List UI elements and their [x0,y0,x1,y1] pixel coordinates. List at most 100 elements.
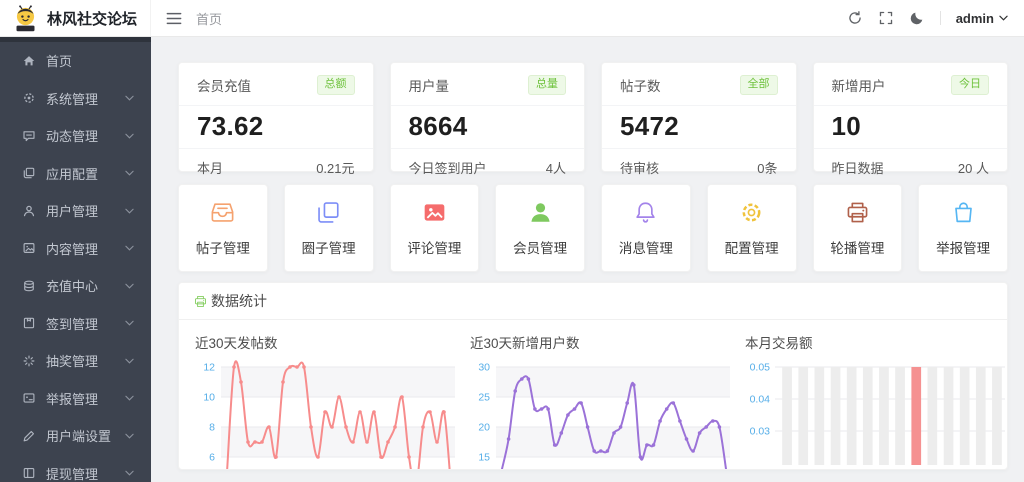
chevron-down-icon [125,433,134,439]
svg-text:25: 25 [478,392,490,404]
printer-icon [844,199,871,226]
username: admin [955,10,994,26]
home-icon [22,54,36,68]
stat-footer: 本月 0.21元 [179,149,373,188]
quick-action-label: 圈子管理 [301,241,356,256]
stat-footer: 待审核 0条 [602,149,796,188]
stat-footer-label: 本月 [197,161,224,176]
quick-action-card-7[interactable]: 轮播管理 [812,184,903,272]
sidebar-item-pen[interactable]: 用户端设置 [0,417,151,455]
sidebar-item-label: 抽奖管理 [46,354,99,370]
quick-action-card-1[interactable]: 帖子管理 [178,184,268,272]
chevron-down-icon [125,358,134,364]
quick-action-card-2[interactable]: 圈子管理 [283,184,374,272]
admin-dashboard: 林风社交论坛 首页 admin 首页 系统管理 动态管理 应用配置 用户管理 内… [0,0,1024,482]
quick-action-card-8[interactable]: 举报管理 [918,184,1008,272]
sidebar-item-label: 应用配置 [46,166,99,182]
data-statistics-panel: 数据统计 近30天发帖数 12 10 8 6 近30天新增用户数 30 25 20 15 本… [178,282,1008,470]
sidebar-item-label: 用户管理 [46,204,99,220]
stat-footer-value: 4人 [545,161,566,176]
stat-value: 73.62 [179,106,373,149]
chart-title: 近30天新增用户数 [470,336,580,351]
sidebar-item-media[interactable]: 内容管理 [0,230,151,268]
quick-action-card-3[interactable]: 评论管理 [389,184,480,272]
svg-text:6: 6 [209,452,215,464]
sidebar-item-label: 首页 [46,54,73,70]
bell-icon [632,199,659,226]
chevron-down-icon [125,170,134,176]
line-chart: 30 25 20 15 [478,362,730,469]
chevron-down-icon [999,15,1008,21]
stat-value: 10 [813,106,1007,149]
sidebar-item-home[interactable]: 首页 [0,42,151,80]
panel-title: 数据统计 [211,293,267,309]
bar-chart: 0.05 0.04 0.03 [750,362,1005,465]
quick-action-card-6[interactable]: 配置管理 [706,184,797,272]
chart-block-1: 近30天发帖数 12 10 8 6 [189,332,461,469]
svg-text:12: 12 [203,362,215,374]
header-divider [939,11,941,25]
stat-footer-value: 0.21元 [316,161,355,176]
chevron-down-icon [125,95,134,101]
chevron-down-icon [125,133,134,139]
chevron-down-icon [125,320,134,326]
sidebar-item-checkin[interactable]: 签到管理 [0,305,151,343]
main-content: 会员充值 总额 73.62 本月 0.21元 用户量 总量 8664 今日签到用… [151,37,1024,482]
data-statistics-header: 数据统计 [179,283,1007,320]
svg-text:8: 8 [209,422,215,434]
stat-badge: 总量 [528,75,566,95]
stat-footer-value: 0条 [757,161,778,176]
stat-footer-value: 20 人 [957,161,989,176]
app-title: 林风社交论坛 [47,10,138,28]
pen-icon [22,429,36,443]
sidebar-item-book[interactable]: 提现管理 [0,455,151,482]
quick-action-card-5[interactable]: 消息管理 [601,184,691,272]
chevron-down-icon [125,245,134,251]
sidebar-item-copy[interactable]: 应用配置 [0,155,151,193]
quick-action-label: 轮播管理 [830,241,885,256]
dark-mode-moon-icon[interactable] [909,10,925,26]
charts-row: 近30天发帖数 12 10 8 6 近30天新增用户数 30 25 20 15 本月交易额 … [179,320,1007,469]
chevron-down-icon [125,395,134,401]
sidebar-item-gear[interactable]: 系统管理 [0,80,151,118]
sidebar: 首页 系统管理 动态管理 应用配置 用户管理 内容管理 充值中心 签到管理 抽奖 [0,37,151,482]
checkin-icon [22,316,36,330]
sidebar-item-comment[interactable]: 动态管理 [0,117,151,155]
sidebar-item-label: 提现管理 [46,466,99,482]
book-icon [22,466,36,480]
app-header: 林风社交论坛 首页 admin [0,0,1024,37]
fullscreen-icon[interactable] [878,10,894,26]
quick-action-card-4[interactable]: 会员管理 [495,184,585,272]
stat-badge: 全部 [739,75,778,95]
sidebar-toggle-hamburger-icon[interactable] [166,12,182,25]
stat-card-1: 会员充值 总额 73.62 本月 0.21元 [178,62,374,176]
breadcrumb[interactable]: 首页 [196,9,222,28]
sidebar-item-sparkle[interactable]: 抽奖管理 [0,342,151,380]
printer-green-icon [193,294,208,309]
media-icon [22,241,36,255]
svg-text:0.03: 0.03 [750,426,771,438]
stat-card-title: 新增用户 [831,79,886,94]
gear-color-icon [738,199,765,226]
database-icon [22,279,36,293]
quick-actions-row: 帖子管理 圈子管理 评论管理 会员管理 消息管理 配置管理 轮播管理 举报管理 [178,184,1008,272]
sidebar-item-report[interactable]: 举报管理 [0,380,151,418]
sidebar-item-database[interactable]: 充值中心 [0,267,151,305]
user-menu[interactable]: admin [956,11,1008,26]
stat-footer: 今日签到用户 4人 [391,149,585,188]
svg-text:20: 20 [478,422,490,434]
refresh-icon[interactable] [847,10,863,26]
chevron-down-icon [125,470,134,476]
sidebar-item-user[interactable]: 用户管理 [0,192,151,230]
inbox-icon [209,199,236,226]
quick-action-label: 配置管理 [724,241,779,256]
stat-badge: 总额 [316,75,355,95]
sidebar-item-label: 动态管理 [46,129,99,145]
sidebar-menu: 首页 系统管理 动态管理 应用配置 用户管理 内容管理 充值中心 签到管理 抽奖 [0,42,151,482]
report-icon [22,391,36,405]
stat-footer-label: 待审核 [620,161,660,176]
stat-card-header: 新增用户 今日 [813,63,1007,106]
line-chart: 12 10 8 6 [203,360,455,469]
quick-action-label: 评论管理 [407,241,462,256]
sidebar-item-label: 充值中心 [46,279,99,295]
